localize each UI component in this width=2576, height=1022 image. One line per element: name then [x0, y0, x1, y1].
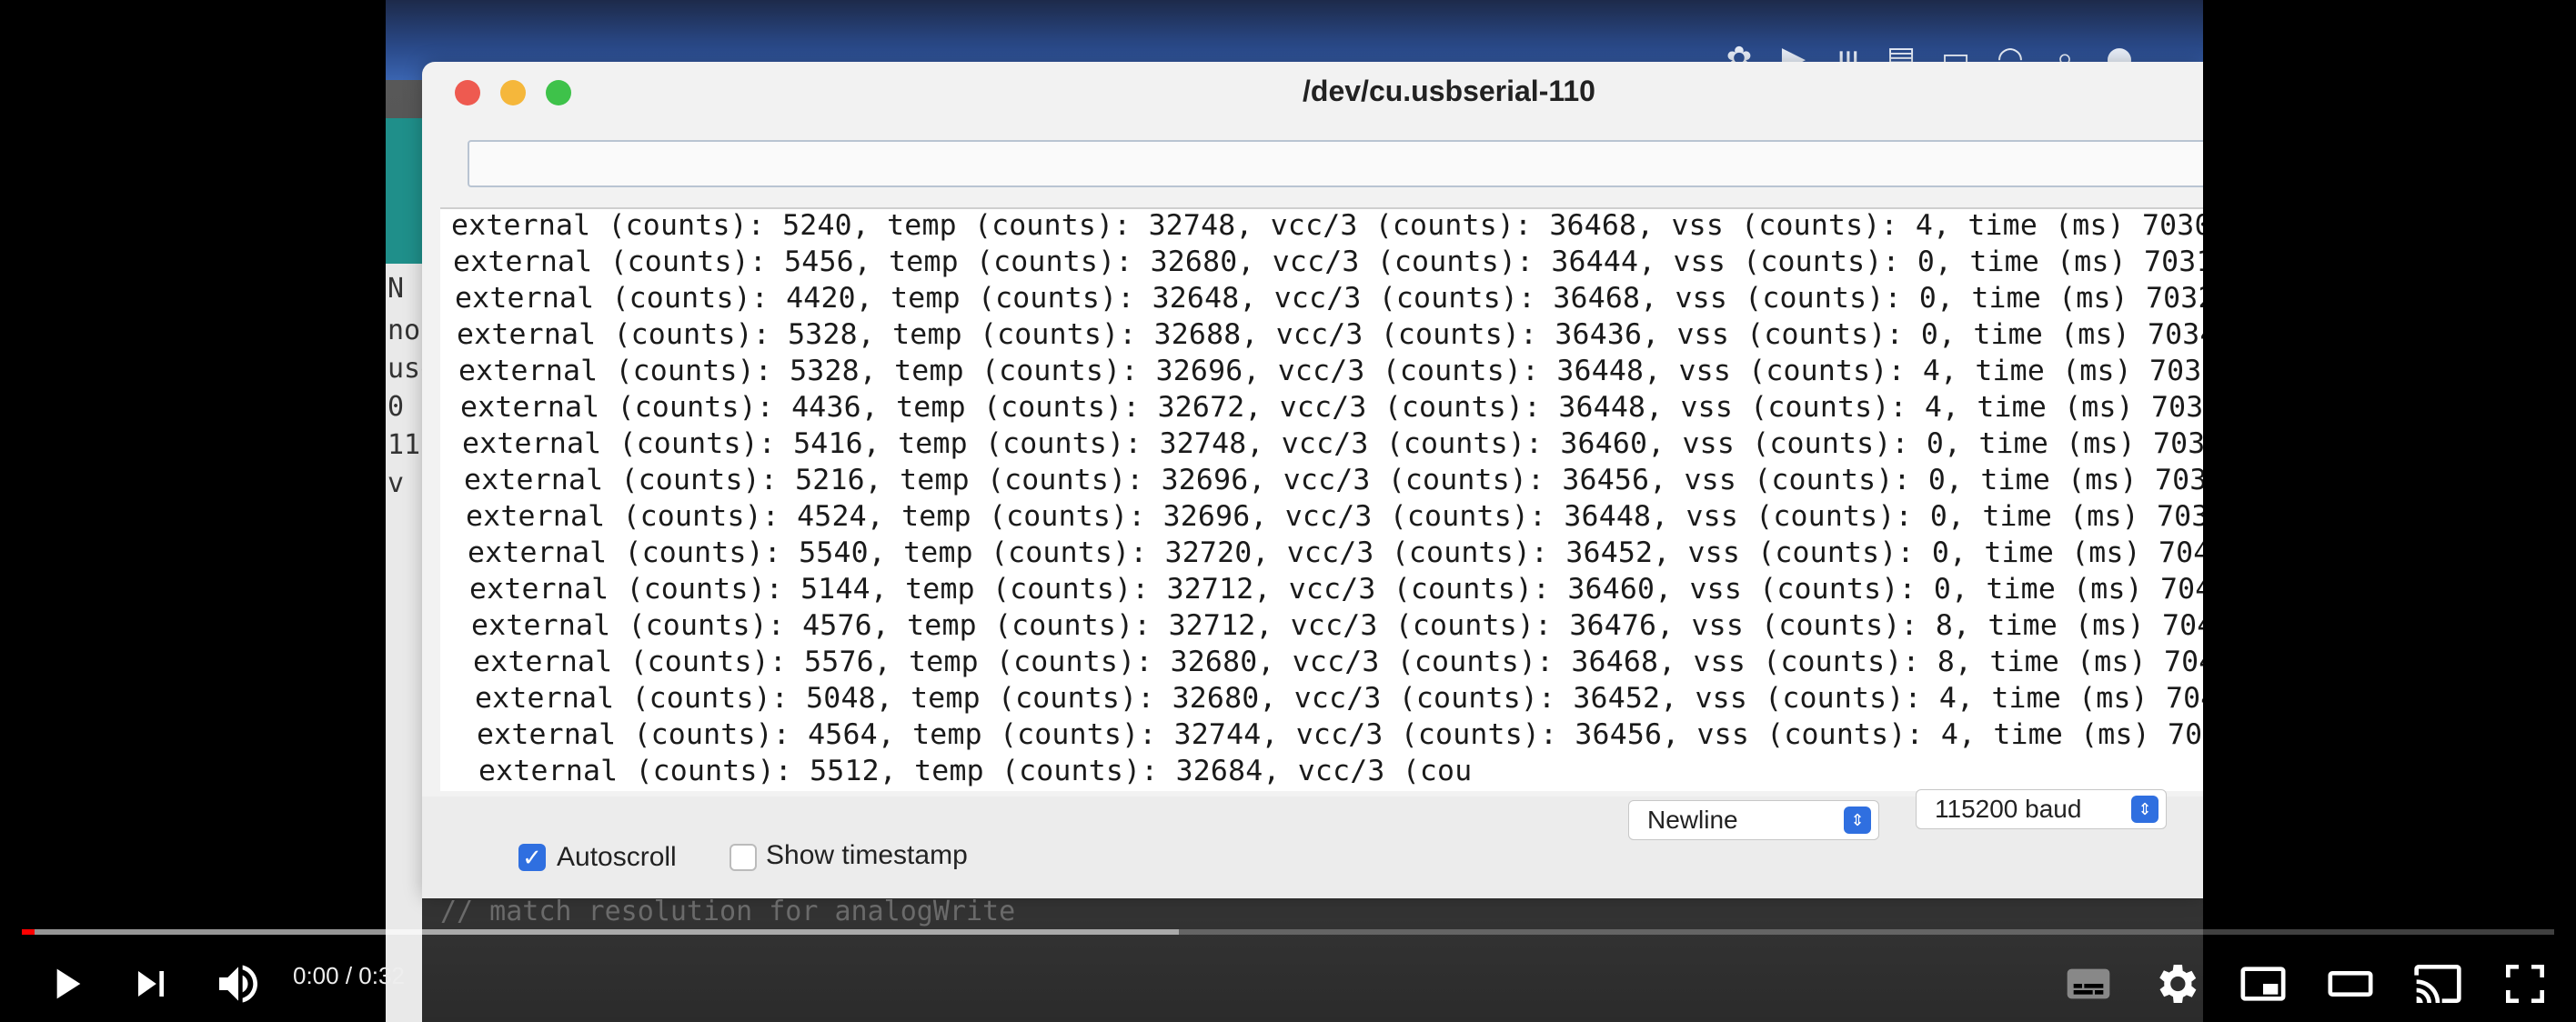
serial-line: external (counts): 5144, temp (counts): …: [469, 573, 2203, 606]
line-ending-select[interactable]: Newline ⇕: [1628, 800, 1879, 840]
player-controls: 0:00 / 0:32: [0, 942, 2576, 1022]
settings-icon[interactable]: [2148, 958, 2203, 1009]
cast-icon[interactable]: [2410, 958, 2465, 1009]
theater-mode-icon[interactable]: [2323, 958, 2378, 1009]
serial-line: external (counts): 5540, temp (counts): …: [468, 536, 2203, 569]
subtitles-icon[interactable]: [2061, 958, 2116, 1009]
time-display: 0:00 / 0:32: [293, 962, 405, 989]
serial-input-field[interactable]: [468, 140, 2203, 187]
serial-line: external (counts): 4576, temp (counts): …: [471, 609, 2203, 642]
baud-rate-select[interactable]: 115200 baud ⇕: [1916, 789, 2167, 829]
window-titlebar: /dev/cu.usbserial-110: [422, 62, 2203, 125]
serial-line: external (counts): 4420, temp (counts): …: [455, 282, 2203, 315]
window-title: /dev/cu.usbserial-110: [1303, 75, 1595, 107]
buffered-progress: [22, 929, 1180, 935]
show-timestamp-checkbox[interactable]: [730, 844, 757, 871]
serial-line: external (counts): 5576, temp (counts): …: [473, 646, 2203, 678]
baud-rate-value: 115200 baud: [1935, 795, 2082, 823]
editor-code-fragment: v: [387, 467, 405, 499]
editor-code-line: // match resolution for analogWrite: [440, 896, 1016, 927]
editor-code-fragment: 11: [387, 429, 421, 461]
editor-toolbar: [386, 118, 422, 264]
serial-line: external (counts): 5240, temp (counts): …: [451, 209, 2203, 242]
miniplayer-icon[interactable]: [2236, 958, 2290, 1009]
editor-code-fragment: no: [387, 315, 421, 346]
play-icon[interactable]: [38, 958, 93, 1009]
next-icon[interactable]: [124, 958, 178, 1009]
serial-line: external (counts): 4524, temp (counts): …: [466, 500, 2203, 533]
serial-line: external (counts): 5512, temp (counts): …: [478, 755, 1473, 787]
serial-line: external (counts): 5216, temp (counts): …: [464, 464, 2203, 496]
chevron-updown-icon: ⇕: [1844, 807, 1871, 834]
serial-monitor-window: /dev/cu.usbserial-110 external (counts):…: [422, 62, 2203, 898]
serial-line: external (counts): 5328, temp (counts): …: [457, 318, 2203, 351]
autoscroll-checkbox[interactable]: ✓: [518, 844, 546, 871]
autoscroll-label: Autoscroll: [557, 842, 677, 872]
serial-line: external (counts): 5456, temp (counts): …: [453, 245, 2203, 278]
serial-line: external (counts): 5416, temp (counts): …: [462, 427, 2203, 460]
line-ending-value: Newline: [1647, 806, 1738, 834]
fullscreen-icon[interactable]: [2498, 958, 2552, 1009]
volume-icon[interactable]: [211, 958, 266, 1009]
serial-output[interactable]: external (counts): 5240, temp (counts): …: [440, 207, 2203, 791]
serial-line: external (counts): 4436, temp (counts): …: [460, 391, 2203, 424]
serial-line: external (counts): 5328, temp (counts): …: [458, 355, 2203, 387]
serial-line: external (counts): 4564, temp (counts): …: [477, 718, 2203, 751]
chevron-updown-icon: ⇕: [2131, 796, 2158, 823]
progress-bar[interactable]: [22, 929, 2554, 935]
show-timestamp-label: Show timestamp: [766, 840, 968, 870]
serial-line: external (counts): 5048, temp (counts): …: [475, 682, 2203, 715]
video-frame[interactable]: ✿ ▶ ψ ▤ ▭ ◠ ⌕ ● N i no use 0 - 11 v /dev…: [386, 0, 2203, 1022]
played-progress: [22, 929, 35, 935]
